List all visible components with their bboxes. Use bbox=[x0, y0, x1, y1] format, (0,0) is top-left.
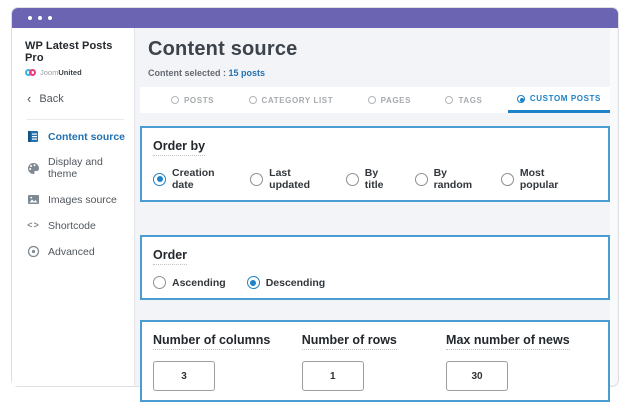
grid-settings-section: Number of columns Number of rows Max num… bbox=[140, 320, 610, 402]
radio-icon bbox=[249, 96, 257, 104]
grid-settings-fields: Number of columns Number of rows Max num… bbox=[153, 331, 597, 391]
content-selected-status: Content selected : 15 posts bbox=[148, 68, 610, 78]
number-of-columns-label: Number of columns bbox=[153, 333, 270, 350]
radio-icon bbox=[415, 173, 428, 186]
chevron-left-icon: ‹ bbox=[27, 91, 31, 106]
radio-icon bbox=[501, 173, 514, 186]
number-of-columns-field: Number of columns bbox=[153, 331, 302, 391]
number-of-rows-input[interactable] bbox=[302, 361, 364, 391]
selected-label: Content selected : bbox=[148, 68, 226, 78]
number-of-columns-input[interactable] bbox=[153, 361, 215, 391]
order-descending-radio[interactable]: Descending bbox=[247, 276, 326, 289]
joomunited-logo: JoomUnited bbox=[25, 68, 134, 77]
sidebar-item-content-source[interactable]: Content source bbox=[27, 130, 134, 143]
radio-selected-icon bbox=[247, 276, 260, 289]
tab-tags[interactable]: TAGS bbox=[436, 87, 491, 113]
tab-label: CATEGORY LIST bbox=[262, 96, 334, 105]
sidebar-item-label: Display and theme bbox=[48, 156, 134, 180]
window-dot-icon bbox=[28, 16, 32, 20]
tab-label: CUSTOM POSTS bbox=[530, 94, 601, 103]
palette-icon bbox=[27, 162, 40, 175]
app-window: WP Latest Posts Pro JoomUnited ‹ Back Co… bbox=[12, 8, 618, 386]
selected-count-link[interactable]: 15 posts bbox=[229, 68, 266, 78]
order-by-section: Order by Creation date Last updated By t… bbox=[140, 126, 610, 202]
order-ascending-radio[interactable]: Ascending bbox=[153, 276, 226, 289]
sidebar-divider bbox=[27, 119, 124, 120]
source-tabbar: POSTS CATEGORY LIST PAGES TAGS CUSTOM PO… bbox=[140, 87, 610, 113]
target-circle-icon bbox=[27, 245, 40, 258]
radio-icon bbox=[171, 96, 179, 104]
order-by-options: Creation date Last updated By title By r… bbox=[153, 167, 597, 191]
radio-icon bbox=[445, 96, 453, 104]
sidebar-item-label: Content source bbox=[48, 131, 125, 143]
main-panel: Content source Content selected : 15 pos… bbox=[135, 28, 618, 386]
max-number-of-news-input[interactable] bbox=[446, 361, 508, 391]
sidebar-item-shortcode[interactable]: <> Shortcode bbox=[27, 219, 134, 232]
window-dot-icon bbox=[48, 16, 52, 20]
sidebar: WP Latest Posts Pro JoomUnited ‹ Back Co… bbox=[12, 28, 135, 386]
order-title: Order bbox=[153, 248, 187, 265]
tab-label: POSTS bbox=[184, 96, 214, 105]
order-options: Ascending Descending bbox=[153, 276, 597, 289]
radio-icon bbox=[153, 276, 166, 289]
orderby-last-updated-radio[interactable]: Last updated bbox=[250, 167, 325, 191]
radio-icon bbox=[250, 173, 263, 186]
orderby-creation-date-radio[interactable]: Creation date bbox=[153, 167, 229, 191]
tab-posts[interactable]: POSTS bbox=[162, 87, 223, 113]
back-label: Back bbox=[39, 93, 63, 105]
number-of-rows-field: Number of rows bbox=[302, 331, 446, 391]
tab-label: TAGS bbox=[458, 96, 482, 105]
radio-selected-icon bbox=[517, 95, 525, 103]
tab-category-list[interactable]: CATEGORY LIST bbox=[240, 87, 343, 113]
code-brackets-icon: <> bbox=[27, 219, 40, 232]
page-title: Content source bbox=[148, 38, 610, 61]
orderby-by-random-radio[interactable]: By random bbox=[415, 167, 480, 191]
scrollbar-track[interactable] bbox=[610, 28, 617, 385]
sidebar-item-label: Advanced bbox=[48, 246, 95, 258]
sidebar-item-advanced[interactable]: Advanced bbox=[27, 245, 134, 258]
content-source-icon bbox=[27, 130, 40, 143]
logo-ring-pink-icon bbox=[29, 69, 36, 76]
sidebar-item-images-source[interactable]: Images source bbox=[27, 193, 134, 206]
orderby-by-title-radio[interactable]: By title bbox=[346, 167, 394, 191]
order-section: Order Ascending Descending bbox=[140, 235, 610, 300]
number-of-rows-label: Number of rows bbox=[302, 333, 397, 350]
order-by-title: Order by bbox=[153, 139, 205, 156]
radio-selected-icon bbox=[153, 173, 166, 186]
window-titlebar bbox=[12, 8, 618, 28]
tab-label: PAGES bbox=[381, 96, 411, 105]
radio-icon bbox=[346, 173, 359, 186]
plugin-title: WP Latest Posts Pro bbox=[25, 40, 134, 64]
brand-text: JoomUnited bbox=[40, 68, 82, 77]
sidebar-item-display-theme[interactable]: Display and theme bbox=[27, 156, 134, 180]
radio-icon bbox=[368, 96, 376, 104]
image-icon bbox=[27, 193, 40, 206]
max-number-of-news-label: Max number of news bbox=[446, 333, 570, 350]
sidebar-item-label: Shortcode bbox=[48, 220, 96, 232]
back-button[interactable]: ‹ Back bbox=[27, 91, 134, 106]
tab-custom-posts[interactable]: CUSTOM POSTS bbox=[508, 87, 610, 113]
window-dot-icon bbox=[38, 16, 42, 20]
max-number-of-news-field: Max number of news bbox=[446, 331, 597, 391]
orderby-most-popular-radio[interactable]: Most popular bbox=[501, 167, 576, 191]
tab-pages[interactable]: PAGES bbox=[359, 87, 420, 113]
sidebar-item-label: Images source bbox=[48, 194, 117, 206]
